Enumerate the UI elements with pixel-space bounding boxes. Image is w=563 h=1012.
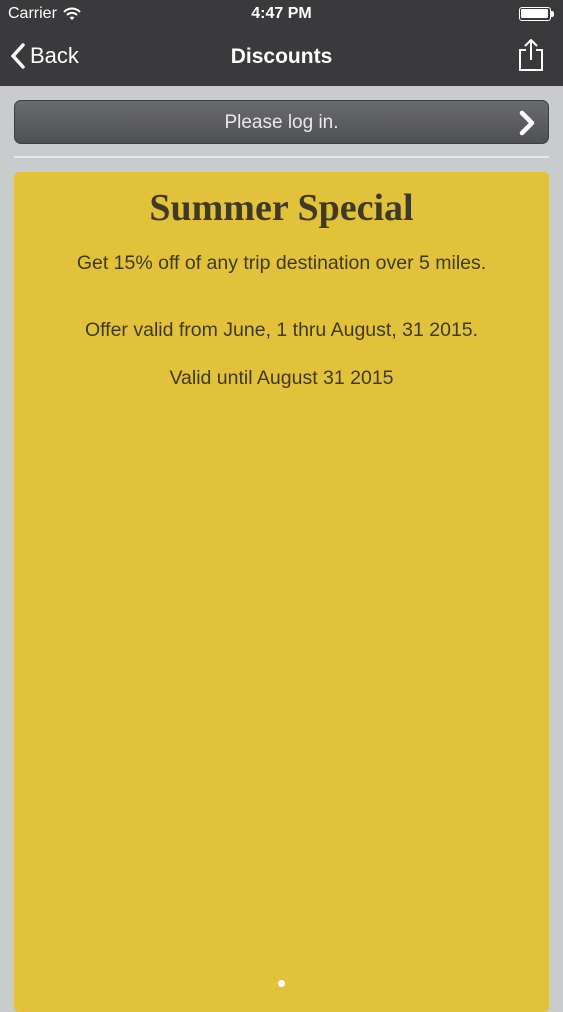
login-button[interactable]: Please log in. xyxy=(14,100,549,144)
divider xyxy=(14,156,549,158)
battery-icon xyxy=(519,7,555,21)
status-time: 4:47 PM xyxy=(251,5,312,22)
status-bar: Carrier 4:47 PM xyxy=(0,0,563,28)
chevron-right-icon xyxy=(519,110,535,136)
offer-validity-range: Offer valid from June, 1 thru August, 31… xyxy=(84,319,479,341)
offer-title: Summer Special xyxy=(149,187,414,229)
offer-valid-until: Valid until August 31 2015 xyxy=(169,367,394,389)
navigation-bar: Back Discounts xyxy=(0,28,563,86)
offer-description: Get 15% off of any trip destination over… xyxy=(76,252,487,274)
login-label: Please log in. xyxy=(224,112,339,133)
offer-card: Summer Special Get 15% off of any trip d… xyxy=(14,172,549,1012)
page-title: Discounts xyxy=(230,45,333,68)
share-icon[interactable] xyxy=(517,38,545,72)
page-indicator-dot xyxy=(278,980,285,987)
